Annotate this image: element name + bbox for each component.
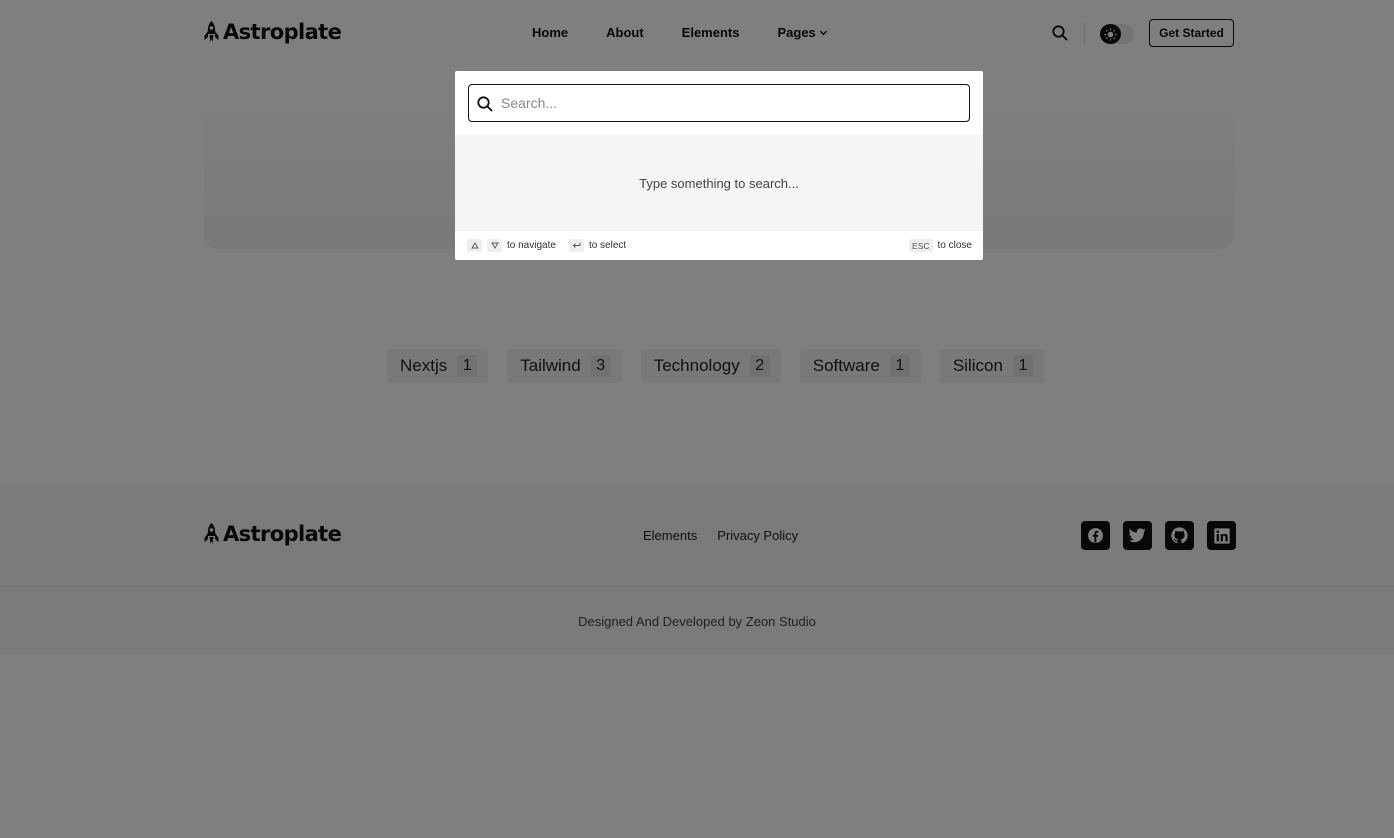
enter-key-icon <box>568 239 584 252</box>
arrow-down-key-icon <box>487 239 502 252</box>
close-hint: ESC to close <box>909 239 972 252</box>
esc-key: ESC <box>909 239 933 252</box>
hint-close: to close <box>937 240 972 251</box>
search-modal-footer: to navigate to select ESC to close <box>455 231 983 260</box>
keyboard-hints: to navigate to select <box>467 239 639 252</box>
search-icon <box>477 96 493 112</box>
search-modal: Type something to search... to navigate … <box>455 71 983 260</box>
hint-navigate: to navigate <box>507 240 556 251</box>
hint-select: to select <box>588 240 627 251</box>
arrow-up-key-icon <box>467 239 482 252</box>
search-empty-state: Type something to search... <box>455 135 983 231</box>
search-input[interactable] <box>501 85 961 121</box>
search-field[interactable] <box>468 84 970 122</box>
